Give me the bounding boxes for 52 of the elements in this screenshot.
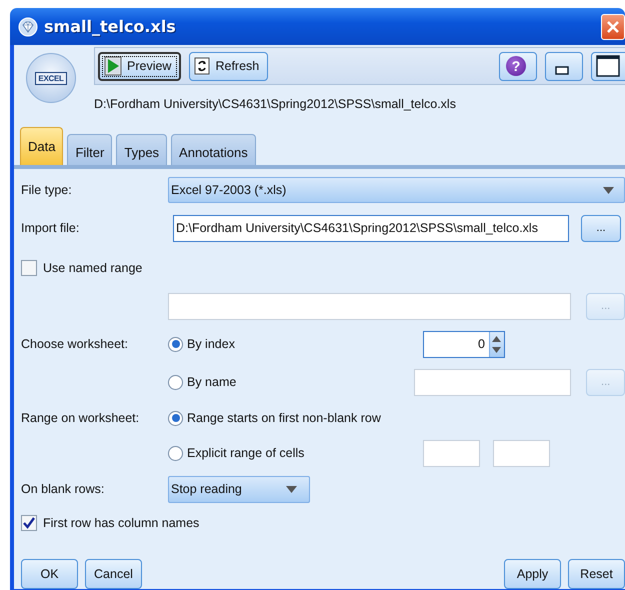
checkbox[interactable] <box>21 260 37 276</box>
field-label: Import file: <box>21 221 80 235</box>
dialog-button[interactable]: OK <box>21 559 78 589</box>
refresh-icon <box>194 57 210 75</box>
dialog-button[interactable]: Apply <box>504 559 561 589</box>
caret-icon <box>603 186 614 194</box>
caret-icon <box>286 486 297 492</box>
field-label: File type: <box>21 183 73 197</box>
radio-button[interactable] <box>168 446 183 460</box>
refresh-button[interactable]: Refresh <box>189 52 268 80</box>
gem-icon <box>18 16 38 36</box>
blank-rows-dropdown[interactable]: Stop reading <box>168 476 310 502</box>
maximize-icon <box>596 55 620 77</box>
index-spinner[interactable]: 0 <box>423 330 505 358</box>
field-label: Range on worksheet: <box>21 411 140 425</box>
file-path: D:\Fordham University\CS4631\Spring2012\SPSS\small_telco.xls <box>94 97 457 111</box>
minimize-button[interactable] <box>545 52 583 80</box>
minimize-icon <box>555 65 569 75</box>
named-range-checkbox[interactable]: Use named range <box>21 260 142 276</box>
column-names-checkbox[interactable]: First row has column names <box>21 515 200 531</box>
range-start-field[interactable] <box>423 440 480 466</box>
radio-button[interactable] <box>168 374 183 390</box>
preview-button[interactable]: Preview <box>98 52 182 80</box>
file-type-dropdown[interactable]: Excel 97-2003 (*.xls) <box>168 177 625 203</box>
help-button[interactable]: ? <box>499 52 537 80</box>
field-label: Choose worksheet: <box>21 337 130 351</box>
radio-option[interactable]: Explicit range of cells <box>168 446 423 460</box>
radio-option[interactable]: By name <box>168 374 414 390</box>
browse-button[interactable]: ... <box>581 214 621 242</box>
radio-button[interactable] <box>168 410 183 426</box>
checkbox[interactable] <box>21 515 37 531</box>
import-file-field[interactable]: D:\Fordham University\CS4631\Spring2012\SPSS\small_telco.xls <box>173 214 569 242</box>
range-end-field[interactable] <box>493 440 550 466</box>
named-range-field[interactable] <box>168 292 572 320</box>
tab[interactable]: Filter <box>67 134 112 165</box>
window-title: small_telco.xls <box>44 17 176 36</box>
close-icon <box>606 20 620 34</box>
sheet-name-field[interactable] <box>414 368 572 396</box>
dialog-button[interactable]: Cancel <box>85 559 142 589</box>
close-button[interactable] <box>601 14 625 40</box>
radio-option[interactable]: By index <box>168 336 423 352</box>
radio-option[interactable]: Range starts on first non-blank row <box>168 410 381 426</box>
tab[interactable]: Types <box>116 134 168 165</box>
excel-node-icon: EXCEL <box>26 53 76 103</box>
field-label: On blank rows: <box>21 482 106 496</box>
checkmark-icon <box>23 517 35 529</box>
dialog-button[interactable]: Reset <box>568 559 625 589</box>
tab[interactable]: Annotations <box>171 134 256 165</box>
tab[interactable]: Data <box>20 127 64 165</box>
radio-button[interactable] <box>168 336 183 352</box>
play-icon <box>104 56 122 76</box>
maximize-button[interactable] <box>591 52 625 80</box>
